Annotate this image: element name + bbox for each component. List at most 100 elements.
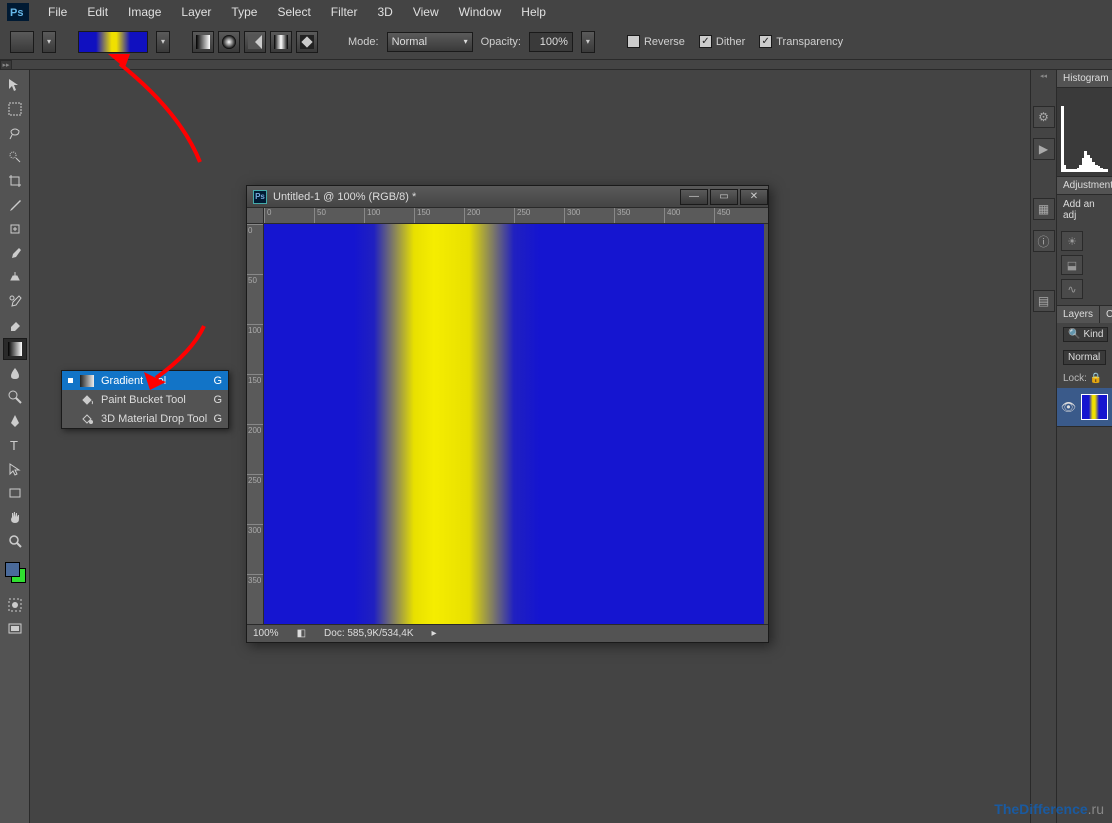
dither-checkbox[interactable]: Dither	[699, 35, 745, 48]
right-collapsed-dock: ◂◂ ⚙ ▶ ▦ ⓘ ▤	[1030, 70, 1056, 823]
adjustments-tab[interactable]: Adjustments	[1057, 177, 1112, 195]
foreground-color[interactable]	[5, 562, 20, 577]
material-drop-icon	[79, 412, 95, 426]
dodge-tool[interactable]	[3, 386, 27, 408]
hand-tool[interactable]	[3, 506, 27, 528]
gradient-tool[interactable]	[3, 338, 27, 360]
gradient-picker[interactable]	[78, 31, 148, 53]
angle-gradient-btn[interactable]	[244, 31, 266, 53]
menu-type[interactable]: Type	[221, 2, 267, 22]
transparency-checkbox[interactable]: Transparency	[759, 35, 843, 48]
channels-tab[interactable]: Ch	[1100, 306, 1112, 323]
flyout-paint-bucket-tool[interactable]: Paint Bucket Tool G	[62, 390, 228, 409]
pen-tool[interactable]	[3, 410, 27, 432]
options-bar: ▾ ▾ Mode: Normal▾ Opacity: 100% ▾ Revers…	[0, 24, 1112, 60]
menu-file[interactable]: File	[38, 2, 77, 22]
healing-brush-tool[interactable]	[3, 218, 27, 240]
dock-icon-layers[interactable]: ▤	[1033, 290, 1055, 312]
quick-mask-toggle[interactable]	[3, 594, 27, 616]
dock-icon-play[interactable]: ▶	[1033, 138, 1055, 160]
layer-thumbnail[interactable]	[1081, 394, 1108, 420]
document-title: Untitled-1 @ 100% (RGB/8) *	[273, 191, 674, 203]
layer-visibility-icon[interactable]: 👁	[1061, 400, 1075, 414]
menu-help[interactable]: Help	[511, 2, 556, 22]
tool-preset-picker[interactable]	[10, 31, 34, 53]
svg-text:Ps: Ps	[10, 7, 23, 19]
collapse-dock-icon[interactable]: ◂◂	[1038, 72, 1050, 80]
histogram-graph	[1057, 88, 1112, 176]
flyout-gradient-tool[interactable]: Gradient Tool G	[62, 371, 228, 390]
doc-info[interactable]: Doc: 585,9K/534,4K	[324, 628, 414, 639]
tools-panel: T	[0, 70, 30, 823]
dock-icon-adjust[interactable]: ⚙	[1033, 106, 1055, 128]
menu-window[interactable]: Window	[449, 2, 512, 22]
status-arrow-icon[interactable]: ▸	[432, 628, 437, 639]
flyout-3d-material-tool[interactable]: 3D Material Drop Tool G	[62, 409, 228, 428]
quick-select-tool[interactable]	[3, 146, 27, 168]
document-window: Ps Untitled-1 @ 100% (RGB/8) * — ▭ ✕ 050…	[246, 185, 769, 643]
brightness-adj-icon[interactable]: ☀	[1061, 231, 1083, 251]
reflected-gradient-btn[interactable]	[270, 31, 292, 53]
blur-tool[interactable]	[3, 362, 27, 384]
flyout-label: 3D Material Drop Tool	[101, 413, 207, 425]
screen-mode-toggle[interactable]	[3, 618, 27, 640]
menu-view[interactable]: View	[403, 2, 449, 22]
dock-icon-properties[interactable]: ▦	[1033, 198, 1055, 220]
brush-tool[interactable]	[3, 242, 27, 264]
document-titlebar[interactable]: Ps Untitled-1 @ 100% (RGB/8) * — ▭ ✕	[247, 186, 768, 208]
eraser-tool[interactable]	[3, 314, 27, 336]
flyout-shortcut: G	[213, 394, 222, 406]
adjustments-panel: Adjustments Add an adj ☀ ⬓ ∿	[1057, 177, 1112, 306]
curves-adj-icon[interactable]: ∿	[1061, 279, 1083, 299]
horizontal-ruler[interactable]: 050100150200250300350400450	[264, 208, 768, 224]
watermark: TheDifference.ru	[994, 801, 1104, 817]
canvas-area: Gradient Tool G Paint Bucket Tool G 3D M…	[30, 70, 1030, 823]
expand-dock-icon[interactable]: ▸▸	[0, 60, 12, 70]
close-button[interactable]: ✕	[740, 189, 768, 205]
blend-mode-select[interactable]: Normal▾	[387, 32, 473, 52]
linear-gradient-btn[interactable]	[192, 31, 214, 53]
shape-tool[interactable]	[3, 482, 27, 504]
lasso-tool[interactable]	[3, 122, 27, 144]
minimize-button[interactable]: —	[680, 189, 708, 205]
layer-row[interactable]: 👁	[1057, 388, 1112, 426]
levels-adj-icon[interactable]: ⬓	[1061, 255, 1083, 275]
main-area: T Gradient Tool G Paint Bucket Tool	[0, 70, 1112, 823]
history-brush-tool[interactable]	[3, 290, 27, 312]
histogram-tab[interactable]: Histogram	[1057, 70, 1112, 88]
opacity-input[interactable]: 100%	[529, 32, 573, 52]
maximize-button[interactable]: ▭	[710, 189, 738, 205]
path-select-tool[interactable]	[3, 458, 27, 480]
menu-image[interactable]: Image	[118, 2, 171, 22]
layers-tab[interactable]: Layers	[1057, 306, 1100, 323]
document-canvas[interactable]	[264, 224, 764, 624]
layer-blend-mode[interactable]: Normal	[1063, 350, 1106, 365]
eyedropper-tool[interactable]	[3, 194, 27, 216]
reverse-checkbox[interactable]: Reverse	[627, 35, 685, 48]
zoom-tool[interactable]	[3, 530, 27, 552]
color-swatches[interactable]	[5, 562, 25, 582]
layer-lock-row: Lock: 🔒	[1057, 369, 1112, 388]
move-tool[interactable]	[3, 74, 27, 96]
menu-select[interactable]: Select	[267, 2, 320, 22]
vertical-ruler[interactable]: 050100150200250300350	[247, 224, 264, 624]
clone-stamp-tool[interactable]	[3, 266, 27, 288]
flyout-shortcut: G	[213, 413, 222, 425]
marquee-tool[interactable]	[3, 98, 27, 120]
dock-icon-info[interactable]: ⓘ	[1033, 230, 1055, 252]
layer-filter-kind[interactable]: 🔍Kind	[1063, 327, 1108, 342]
flyout-label: Gradient Tool	[101, 375, 166, 387]
menu-edit[interactable]: Edit	[77, 2, 118, 22]
menu-filter[interactable]: Filter	[321, 2, 368, 22]
menu-layer[interactable]: Layer	[171, 2, 221, 22]
gradient-picker-dropdown[interactable]: ▾	[156, 31, 170, 53]
opacity-dropdown[interactable]: ▾	[581, 31, 595, 53]
radial-gradient-btn[interactable]	[218, 31, 240, 53]
diamond-gradient-btn[interactable]	[296, 31, 318, 53]
crop-tool[interactable]	[3, 170, 27, 192]
zoom-level[interactable]: 100%	[253, 628, 279, 639]
status-icon[interactable]: ◧	[297, 628, 306, 639]
menu-3d[interactable]: 3D	[367, 2, 402, 22]
tool-preset-dropdown[interactable]: ▾	[42, 31, 56, 53]
type-tool[interactable]: T	[3, 434, 27, 456]
